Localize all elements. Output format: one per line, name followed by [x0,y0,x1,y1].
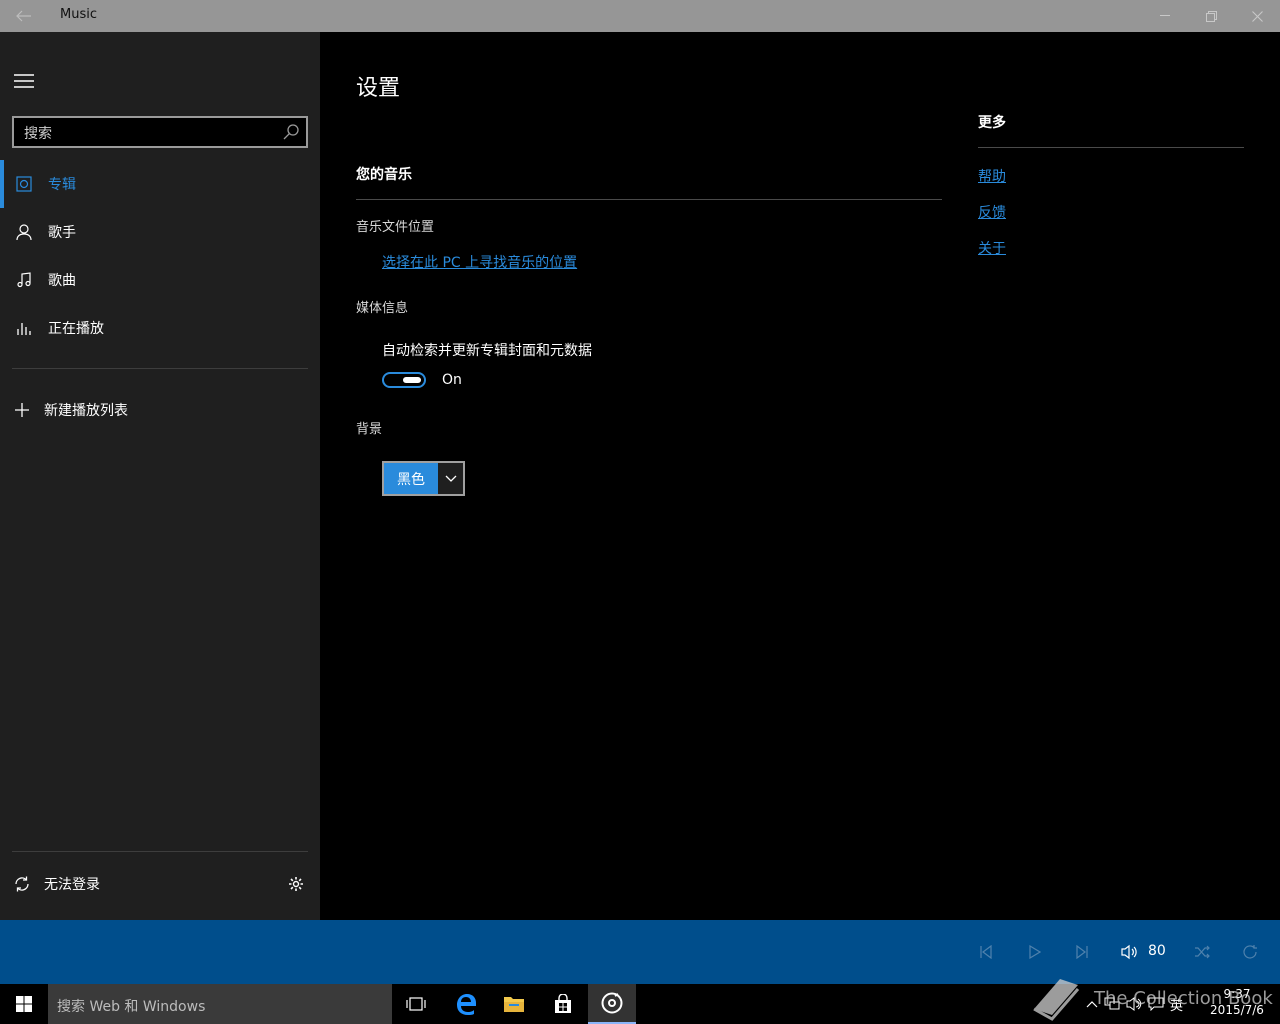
hamburger-menu-button[interactable] [0,64,48,98]
task-view-icon [406,997,426,1011]
play-icon [1029,945,1041,959]
sidebar-item-songs[interactable]: 歌曲 [0,256,320,304]
more-divider [978,147,1244,148]
new-playlist-button[interactable]: 新建播放列表 [0,388,320,432]
book-logo-icon [1033,979,1080,1021]
album-icon [0,176,48,192]
media-info-label: 媒体信息 [356,301,409,316]
taskbar-search-box[interactable]: 搜索 Web 和 Windows [48,984,392,1024]
sidebar-item-now-playing[interactable]: 正在播放 [0,304,320,352]
search-icon[interactable] [282,123,300,141]
sidebar: 搜索 专辑 歌手 歌曲 正在播放 新建播放列表 无法登录 [0,32,320,920]
back-button[interactable] [0,0,48,32]
more-heading: 更多 [978,115,1006,131]
back-arrow-icon [16,10,31,22]
now-playing-icon [0,320,48,336]
choose-music-location-link[interactable]: 选择在此 PC 上寻找音乐的位置 [382,252,577,272]
edge-browser-button[interactable] [442,984,490,1024]
settings-button[interactable] [284,872,308,896]
sidebar-item-albums[interactable]: 专辑 [0,160,320,208]
toggle-state-label: On [442,372,462,388]
page-title: 设置 [356,76,401,101]
music-location-label: 音乐文件位置 [356,220,435,235]
sidebar-item-label: 歌手 [48,225,76,241]
volume-button[interactable] [1118,940,1142,964]
sign-in-button[interactable]: 无法登录 [0,864,320,904]
shuffle-button[interactable] [1190,940,1214,964]
start-button[interactable] [0,984,48,1024]
file-explorer-button[interactable] [490,984,538,1024]
sidebar-bottom-divider [12,851,308,852]
music-app-taskbar-button[interactable] [588,984,636,1024]
title-bar: Music [0,0,1280,32]
minimize-icon [1160,15,1170,16]
previous-button[interactable] [974,940,998,964]
task-view-button[interactable] [392,984,440,1024]
settings-page: 设置 您的音乐 音乐文件位置 选择在此 PC 上寻找音乐的位置 媒体信息 自动检… [320,32,1280,920]
toggle-knob [403,377,421,383]
store-button[interactable] [539,984,587,1024]
app-title: Music [60,7,97,22]
background-dropdown[interactable]: 黑色 [382,461,465,496]
folder-icon [504,997,524,1012]
background-label: 背景 [356,422,383,437]
repeat-icon [1243,945,1257,959]
sign-in-label: 无法登录 [44,877,100,893]
search-input[interactable]: 搜索 [24,123,52,143]
chevron-down-icon [438,463,463,494]
background-selected-value: 黑色 [384,463,438,494]
restore-icon [1205,10,1217,22]
previous-icon [980,945,992,959]
minimize-button[interactable] [1142,0,1188,32]
volume-icon [1121,944,1137,960]
watermark-text: The Collection Book [1094,987,1273,1009]
your-music-heading: 您的音乐 [356,167,412,183]
edge-icon [457,994,476,1015]
volume-level: 80 [1148,943,1166,959]
shuffle-icon [1195,945,1210,959]
song-icon [0,272,48,288]
artist-icon [0,224,48,240]
feedback-link[interactable]: 反馈 [978,202,1006,222]
play-button[interactable] [1022,940,1046,964]
taskbar-search-input[interactable]: 搜索 Web 和 Windows [57,996,205,1016]
auto-update-toggle[interactable] [382,372,426,388]
next-button[interactable] [1070,940,1094,964]
sidebar-item-label: 歌曲 [48,273,76,289]
close-button[interactable] [1234,0,1280,32]
repeat-button[interactable] [1238,940,1262,964]
windows-logo-icon [16,996,32,1012]
help-link[interactable]: 帮助 [978,166,1006,186]
restore-button[interactable] [1188,0,1234,32]
sidebar-item-label: 正在播放 [48,321,104,337]
sidebar-item-label: 专辑 [48,177,76,193]
hamburger-icon [14,74,34,88]
search-box[interactable]: 搜索 [12,116,308,148]
close-icon [1251,10,1263,22]
section-divider [356,199,942,200]
store-icon [555,994,571,1013]
sidebar-divider [12,368,308,369]
sidebar-item-artists[interactable]: 歌手 [0,208,320,256]
next-icon [1076,945,1088,959]
plus-icon [0,402,44,418]
groove-music-icon [601,992,623,1014]
gear-icon [289,877,303,891]
auto-update-label: 自动检索并更新专辑封面和元数据 [382,343,592,359]
about-link[interactable]: 关于 [978,238,1006,258]
new-playlist-label: 新建播放列表 [44,403,128,419]
sync-icon [0,875,44,893]
watermark: The Collection Book [1030,975,1273,1021]
